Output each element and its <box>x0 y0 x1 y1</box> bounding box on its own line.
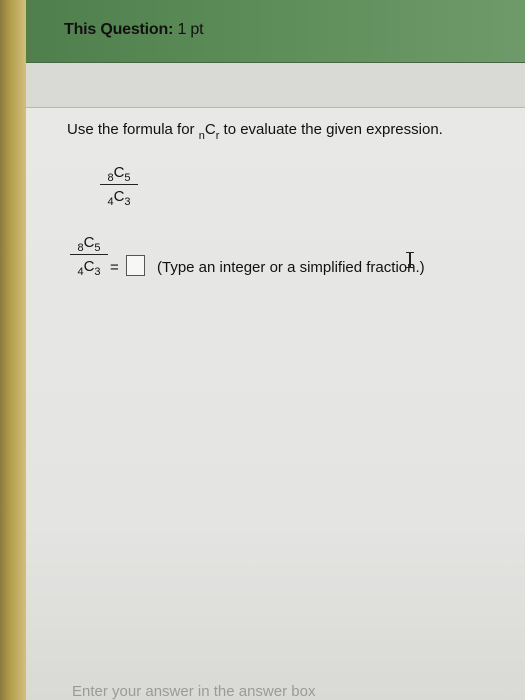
question-points-value: 1 pt <box>173 21 204 38</box>
answer-numerator-r: 5 <box>94 242 101 254</box>
equals-sign: = <box>110 259 119 276</box>
answer-denominator-c: C <box>83 258 95 275</box>
answer-input-box[interactable] <box>126 255 145 276</box>
question-title-label: This Question: <box>64 21 174 38</box>
answer-numerator: 8C5 <box>70 234 108 254</box>
answer-denominator-r: 3 <box>94 266 101 278</box>
question-header: This Question: 1 pt <box>26 0 525 63</box>
question-prompt: Use the formula for nCr to evaluate the … <box>67 121 443 142</box>
ncr-c: C <box>204 121 216 138</box>
denominator-n: 4 <box>107 196 114 208</box>
given-expression: 8C5 4C3 <box>100 164 138 208</box>
answer-format-hint: (Type an integer or a simplified fractio… <box>157 259 425 276</box>
numerator-c: C <box>113 164 125 181</box>
ncr-r-subscript: r <box>215 130 220 142</box>
answer-numerator-n: 8 <box>77 242 84 254</box>
denominator-r: 3 <box>124 196 131 208</box>
given-numerator: 8C5 <box>100 164 138 184</box>
answer-denominator: 4C3 <box>70 258 108 278</box>
denominator-c: C <box>113 188 125 205</box>
numerator-n: 8 <box>107 172 114 184</box>
question-points-title: This Question: 1 pt <box>64 21 204 39</box>
numerator-r: 5 <box>124 172 131 184</box>
toolbar-band <box>26 63 525 108</box>
text-cursor-icon <box>406 252 414 268</box>
ncr-n-subscript: n <box>198 130 205 142</box>
prompt-tail: to evaluate the given expression. <box>219 121 443 138</box>
answer-fraction-bar <box>70 254 108 255</box>
answer-expression: 8C5 4C3 <box>70 234 108 278</box>
answer-numerator-c: C <box>83 234 95 251</box>
answer-denominator-n: 4 <box>77 266 84 278</box>
fraction-bar <box>100 184 138 185</box>
prompt-lead: Use the formula for <box>67 121 199 138</box>
status-footer-text: Enter your answer in the answer box <box>72 683 316 700</box>
given-denominator: 4C3 <box>100 188 138 208</box>
ncr-notation: nCr <box>199 121 220 142</box>
